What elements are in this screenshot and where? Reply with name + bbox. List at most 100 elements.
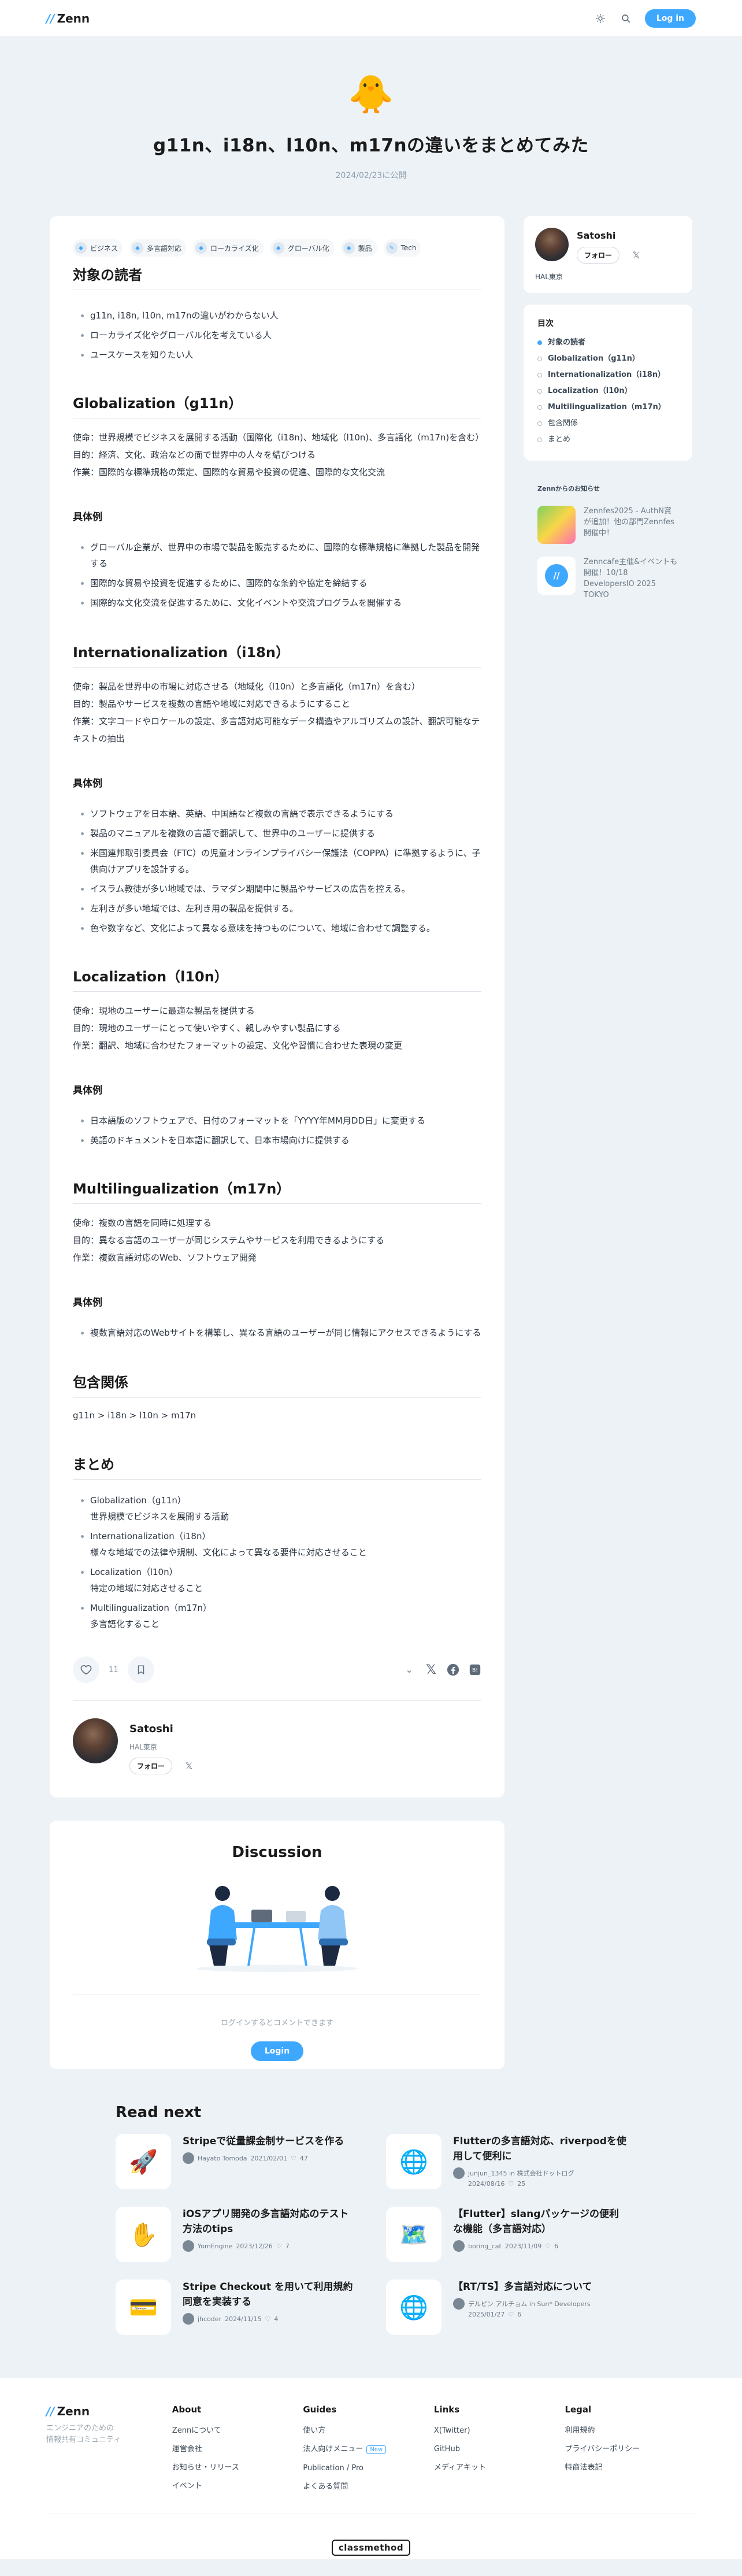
author-name[interactable]: Satoshi (577, 230, 643, 241)
article-emoji: 🚀 (116, 2134, 171, 2189)
footer-link[interactable]: プライバシーポリシー (565, 2440, 696, 2459)
footer-link[interactable]: 法人向けメニュー New (303, 2440, 434, 2459)
footer-column-legal: Legal 利用規約 プライバシーポリシー 特商法表記 (565, 2404, 696, 2496)
follow-button[interactable]: フォロー (577, 247, 620, 264)
heart-icon: ♡ (290, 2154, 296, 2162)
search-icon[interactable] (619, 12, 632, 25)
footer-link[interactable]: 運営会社 (172, 2440, 303, 2459)
footer-link[interactable]: お知らせ・リリース (172, 2459, 303, 2477)
list-item: イスラム教徒が多い地域では、ラマダン期間中に製品やサービスの広告を控える。 (90, 881, 481, 897)
read-next-item[interactable]: ✋ iOSアプリ開発の多言語対応のテスト方法のtips YomEngine 202… (116, 2207, 356, 2264)
discussion-login-button[interactable]: Login (250, 2041, 304, 2061)
article-actions: 11 ⌄ 𝕏 B! (73, 1655, 481, 1684)
classmethod-logo[interactable]: classmethod (46, 2540, 696, 2556)
paragraph: 作業：複数言語対応のWeb、ソフトウェア開発 (73, 1252, 257, 1263)
footer-logo[interactable]: //Zenn (46, 2404, 172, 2418)
read-next-item[interactable]: 🌐 Flutterの多言語対応、riverpodを使用して便利に junjun_… (386, 2134, 626, 2192)
toc-item[interactable]: Multilingualization（m17n） (537, 399, 678, 416)
footer-link[interactable]: 特商法表記 (565, 2459, 696, 2477)
topic-tag[interactable]: ◆ ビジネス (73, 239, 123, 257)
footer-column-links: Links X(Twitter) GitHub メディアキット (434, 2404, 565, 2496)
toc-item[interactable]: Internationalization（i18n） (537, 367, 678, 383)
subsection-heading: 具体例 (73, 778, 102, 790)
paragraph: g11n > i18n > l10n > m17n (73, 1410, 196, 1421)
bookmark-button[interactable] (127, 1656, 154, 1683)
x-profile-icon[interactable]: 𝕏 (630, 249, 643, 262)
paragraph: 作業：国際的な標準規格の策定、国際的な貿易や投資の促進、国際的な文化交流 (73, 467, 385, 477)
article-emoji: 🌐 (386, 2134, 442, 2189)
avatar (453, 2298, 465, 2310)
toc-item[interactable]: まとめ (537, 432, 678, 448)
toc-dot (537, 357, 542, 361)
footer-link[interactable]: GitHub (434, 2440, 565, 2459)
login-button[interactable]: Log in (644, 9, 696, 28)
zenn-logo[interactable]: // Zenn (46, 12, 90, 25)
paragraph: 使命：複数の言語を同時に処理する (73, 1218, 212, 1228)
svg-text:B!: B! (472, 1667, 478, 1674)
footer-link[interactable]: よくある質問 (303, 2478, 434, 2496)
heart-icon: ♡ (265, 2315, 271, 2323)
footer-tagline: エンジニアのための 情報共有コミュニティ (46, 2424, 121, 2444)
article-emoji: ✋ (116, 2207, 171, 2262)
topic-tag[interactable]: ✎ Tech (383, 239, 421, 257)
topic-tag[interactable]: ◆ グローバル化 (270, 239, 334, 257)
toc-item[interactable]: Globalization（g11n） (537, 351, 678, 367)
like-button[interactable] (73, 1656, 99, 1683)
read-next-item[interactable]: 🌐 【RT/TS】多言語対応について デルピン アルチョム in Sun* De… (386, 2280, 626, 2337)
topic-tag[interactable]: ◆ ローカライズ化 (193, 239, 264, 257)
follow-button[interactable]: フォロー (129, 1758, 173, 1774)
footer-link[interactable]: 利用規約 (565, 2422, 696, 2440)
toc-item[interactable]: Localization（l10n） (537, 383, 678, 399)
hatena-bookmark-icon[interactable]: B! (469, 1663, 481, 1676)
list-item: Globalization（g11n）世界規模でビジネスを展開する活動 (90, 1492, 481, 1525)
subsection-heading: 具体例 (73, 512, 102, 523)
read-next-item[interactable]: 💳 Stripe Checkout を用いて利用規約同意を実装する jhcode… (116, 2280, 356, 2337)
section-heading: 包含関係 (73, 1371, 481, 1398)
discussion-section: Discussion ログインするとコメントできます Login (50, 1821, 504, 2069)
avatar (183, 2313, 194, 2325)
toc-item[interactable]: 対象の読者 (537, 335, 678, 351)
read-next-item[interactable]: 🚀 Stripeで従量課金制サービスを作る Hayato Tomoda 2021/… (116, 2134, 356, 2192)
avatar[interactable] (535, 228, 569, 261)
theme-toggle-icon[interactable] (594, 12, 607, 25)
news-item[interactable]: // Zenncafe主催&イベントも開催！10/18 DevelopersIO… (537, 557, 678, 601)
topic-icon: ◆ (132, 242, 144, 254)
toc-card: 目次 対象の読者 Globalization（g11n） Internation… (524, 305, 692, 461)
footer-link[interactable]: 使い方 (303, 2422, 434, 2440)
toc-dot (537, 421, 542, 426)
read-next-item[interactable]: 🗺️ 【Flutter】slangパッケージの便利な機能（多言語対応） bori… (386, 2207, 626, 2264)
footer-link[interactable]: X(Twitter) (434, 2422, 565, 2440)
x-profile-icon[interactable]: 𝕏 (183, 1760, 195, 1773)
topic-tag[interactable]: ◆ 多言語対応 (129, 239, 187, 257)
list-item: Multilingualization（m17n）多言語化すること (90, 1600, 481, 1632)
x-share-icon[interactable]: 𝕏 (425, 1663, 437, 1677)
toc-dot (537, 438, 542, 442)
article-emoji: 🗺️ (386, 2207, 442, 2262)
list-item: Internationalization（i18n）様々な地域での法律や規制、文… (90, 1528, 481, 1561)
avatar[interactable] (73, 1718, 118, 1763)
discussion-heading: Discussion (232, 1844, 322, 1861)
heart-icon: ♡ (508, 2180, 514, 2188)
paragraph: 使命：世界規模でビジネスを展開する活動（国際化（i18n)、地域化（l10n)、… (73, 432, 484, 443)
read-next-heading: Read next (116, 2104, 202, 2121)
topic-tag[interactable]: ◆ 製品 (340, 239, 377, 257)
toc-heading: 目次 (537, 319, 554, 328)
footer-link[interactable]: イベント (172, 2477, 303, 2496)
chevron-down-icon[interactable]: ⌄ (403, 1663, 415, 1676)
login-note: ログインするとコメントできます (220, 2019, 333, 2028)
discussion-illustration (196, 1886, 358, 1972)
toc-item[interactable]: 包含関係 (537, 416, 678, 432)
news-item[interactable]: Zennfes2025 - AuthN賞が追加！他の部門Zennfes開催中！ (537, 506, 678, 544)
author-location: HAL東京 (129, 1743, 157, 1751)
footer-link[interactable]: Zennについて (172, 2422, 303, 2440)
author-name[interactable]: Satoshi (129, 1723, 195, 1735)
zenn-logo-mark-icon: // (46, 11, 55, 25)
zenn-logo-mark-icon: // (46, 2404, 55, 2418)
section-heading: 対象の読者 (73, 264, 481, 290)
list-item: ユースケースを知りたい人 (90, 347, 481, 363)
footer-link[interactable]: Publication / Pro (303, 2459, 434, 2478)
toc-dot (537, 373, 542, 377)
footer-link[interactable]: メディアキット (434, 2459, 565, 2477)
facebook-share-icon[interactable] (447, 1663, 459, 1676)
like-count: 11 (109, 1665, 118, 1674)
